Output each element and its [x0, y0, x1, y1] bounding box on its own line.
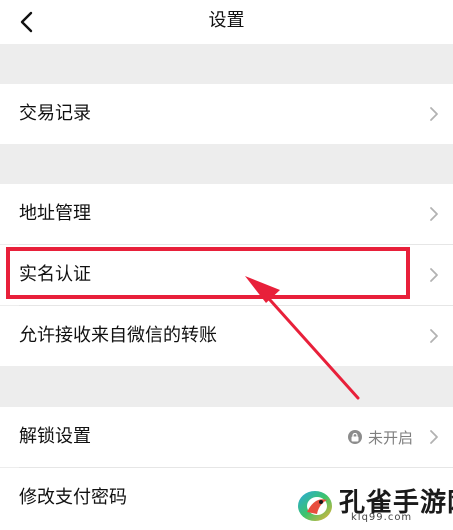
chevron-right-icon [430, 329, 438, 343]
chevron-right-icon [430, 268, 438, 282]
unlock-status: 未开启 [347, 407, 413, 467]
row-label: 地址管理 [19, 203, 91, 224]
row-label: 交易记录 [19, 103, 91, 124]
page-title: 设置 [208, 10, 245, 31]
row-label: 解锁设置 [19, 426, 91, 447]
row-label: 允许接收来自微信的转账 [19, 325, 217, 346]
lock-icon [347, 430, 362, 444]
watermark-url: klq99.com [351, 512, 413, 523]
wechat-transfer-item[interactable]: 允许接收来自微信的转账 [0, 306, 453, 366]
real-name-verification-item[interactable]: 实名认证 [0, 245, 453, 305]
chevron-right-icon [430, 107, 438, 121]
address-management-item[interactable]: 地址管理 [0, 184, 453, 244]
row-label: 修改支付密码 [19, 487, 127, 508]
chevron-right-icon [430, 430, 438, 444]
chevron-right-icon [430, 207, 438, 221]
nav-header: 设置 [0, 0, 453, 44]
watermark: 孔雀手游网 klq99.com [293, 482, 453, 526]
row-label: 实名认证 [19, 264, 91, 285]
unlock-settings-item[interactable]: 解锁设置 未开启 [0, 407, 453, 467]
transaction-records-item[interactable]: 交易记录 [0, 84, 453, 144]
status-text: 未开启 [367, 428, 413, 447]
peacock-logo-icon [298, 491, 332, 521]
